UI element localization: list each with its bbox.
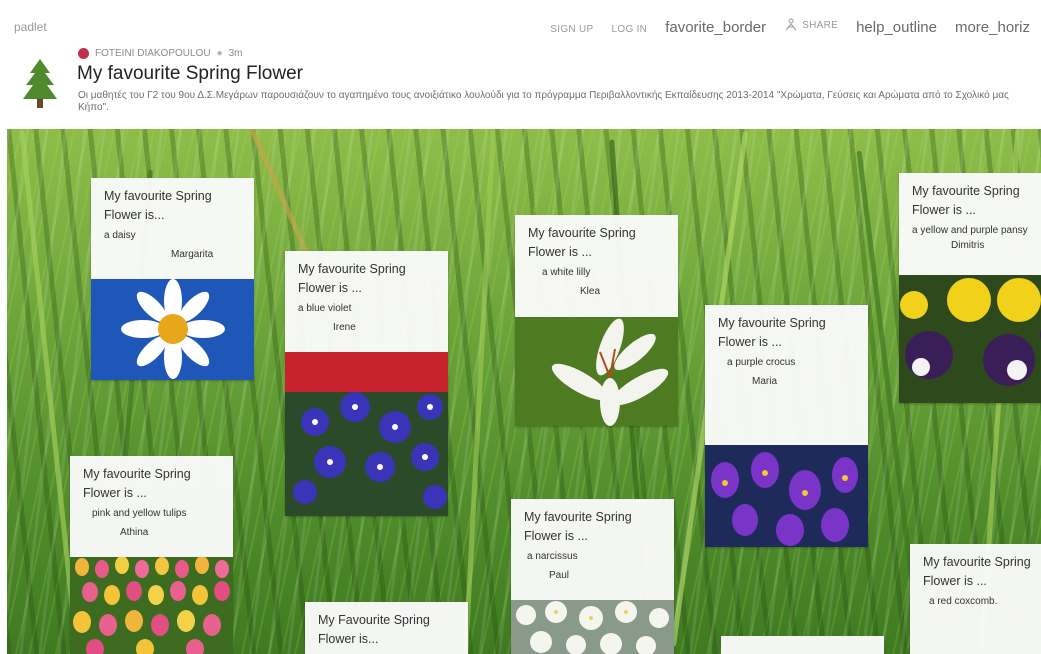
post-card-red-coxcomb[interactable]: My favourite Spring Flower is ... a red … <box>910 544 1041 654</box>
author-line: FOTEINI DIAKOPOULOU ● 3m <box>78 48 243 59</box>
author-name: FOTEINI DIAKOPOULOU <box>95 48 211 59</box>
post-title: My favourite Spring Flower is ... <box>524 510 632 543</box>
post-title: My favourite Spring Flower is ... <box>923 555 1031 588</box>
post-card-pansy[interactable]: My favourite Spring Flower is ... a yell… <box>899 173 1041 403</box>
post-body: pink and yellow tulips <box>92 508 187 519</box>
separator-dot: ● <box>216 48 223 59</box>
blue-violet-image <box>285 352 448 516</box>
post-body: a yellow and purple pansy <box>912 225 1028 236</box>
post-title: My favourite Spring Flower is ... <box>718 316 826 349</box>
post-card-narcissus[interactable]: My favourite Spring Flower is ... a narc… <box>511 499 674 654</box>
help-button[interactable]: help_outline <box>856 19 937 36</box>
post-title: My favourite Spring Flower is... <box>104 189 212 222</box>
post-card-favourite[interactable]: My Favourite Spring Flower is... <box>305 602 468 654</box>
padlet-wall[interactable]: My favourite Spring Flower is... a daisy… <box>7 129 1041 654</box>
post-title: My favourite Spring Flower is ... <box>298 262 406 295</box>
share-button[interactable]: SHARE <box>784 18 838 32</box>
white-lily-image <box>515 317 678 426</box>
grass-blade <box>463 129 496 654</box>
post-body: a blue violet <box>298 303 352 314</box>
post-title: My favourite Spring Flower is ... <box>83 467 191 500</box>
pansy-image <box>899 275 1041 403</box>
post-author: Klea <box>580 286 601 297</box>
post-author: Maria <box>752 376 778 387</box>
post-card-daisy[interactable]: My favourite Spring Flower is... a daisy… <box>91 178 254 380</box>
purple-crocus-image <box>705 445 868 547</box>
tulips-image <box>70 557 233 654</box>
padlet-logo[interactable]: padlet <box>14 20 47 34</box>
post-time: 3m <box>228 48 243 59</box>
more-button[interactable]: more_horiz <box>955 19 1030 36</box>
post-card-white-lilly[interactable]: My favourite Spring Flower is ... a whit… <box>515 215 678 426</box>
post-body: a red coxcomb. <box>929 596 998 607</box>
narcissus-image <box>511 600 674 654</box>
share-label: SHARE <box>802 19 839 31</box>
post-title: My Favourite Spring Flower is... <box>318 613 430 646</box>
favorite-button[interactable]: favorite_border <box>665 19 766 36</box>
post-author: Irene <box>333 322 356 333</box>
log-in-link[interactable]: LOG IN <box>612 24 648 35</box>
post-body: a narcissus <box>527 551 578 562</box>
post-body: a daisy <box>104 230 136 241</box>
page-title: My favourite Spring Flower <box>77 63 303 84</box>
post-card-blue-violet[interactable]: My favourite Spring Flower is ... a blue… <box>285 251 448 516</box>
post-body: a white lilly <box>542 267 591 278</box>
post-body: a purple crocus <box>727 357 796 368</box>
post-card-tulips[interactable]: My favourite Spring Flower is ... pink a… <box>70 456 233 654</box>
daisy-image <box>91 279 254 380</box>
post-author: Paul <box>549 570 570 581</box>
avatar[interactable] <box>78 48 89 59</box>
post-title: My favourite Spring Flower is ... <box>912 184 1020 217</box>
sign-up-link[interactable]: SIGN UP <box>550 24 593 35</box>
post-card-partial[interactable] <box>721 636 884 654</box>
top-nav: SIGN UP LOG IN favorite_border SHARE hel… <box>550 18 1030 36</box>
post-author: Dimitris <box>951 240 985 251</box>
post-card-purple-crocus[interactable]: My favourite Spring Flower is ... a purp… <box>705 305 868 547</box>
tree-icon <box>23 59 57 108</box>
post-author: Margarita <box>171 249 214 260</box>
post-author: Athina <box>120 527 149 538</box>
post-title: My favourite Spring Flower is ... <box>528 226 636 259</box>
share-icon <box>785 18 797 31</box>
page-description: Οι μαθητές του Γ2 του 9ου Δ.Σ.Μεγάρων πα… <box>78 90 1009 113</box>
